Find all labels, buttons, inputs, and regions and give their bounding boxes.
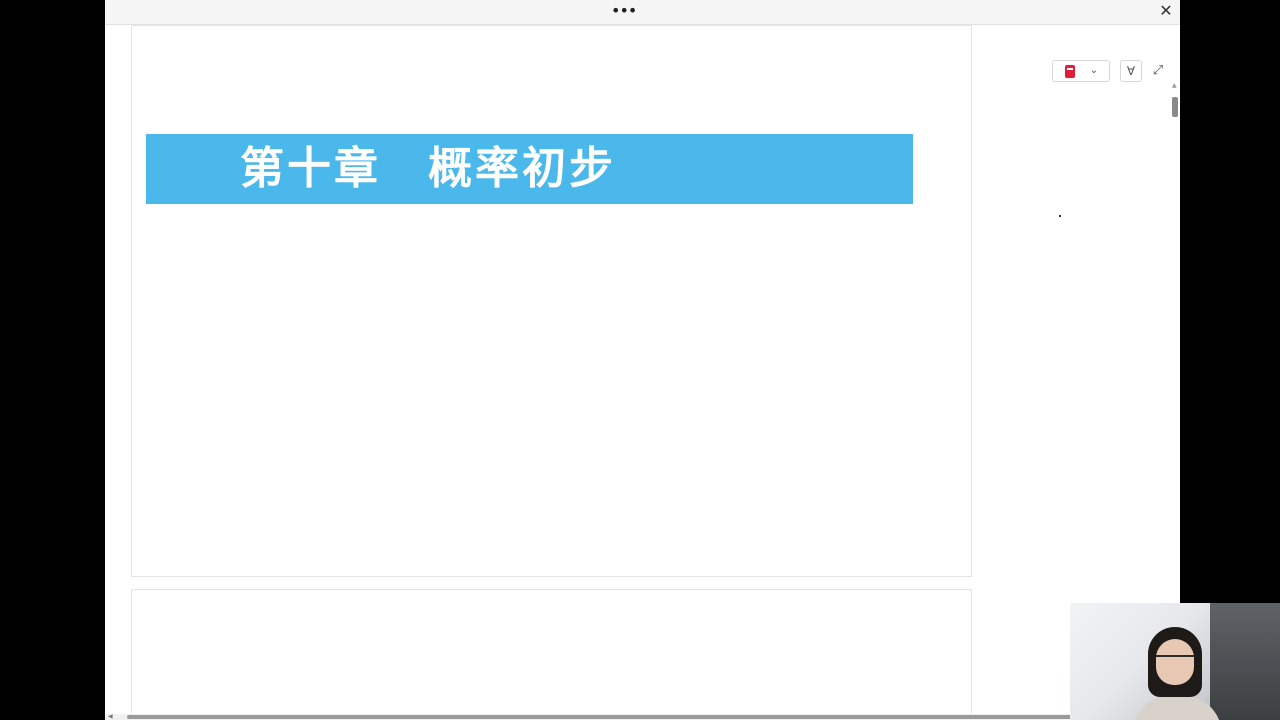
slide-page-2: [131, 589, 972, 720]
webcam-person-glasses: [1156, 655, 1194, 665]
horizontal-scroll-thumb[interactable]: [127, 715, 1077, 719]
horizontal-scrollbar[interactable]: ◀: [105, 714, 1180, 720]
webcam-overlay: [1070, 603, 1280, 720]
viewer-window: ••• ✕ 第十章 概率初步 ⌄ ∀ ⤢ ▲ ◀: [105, 0, 1180, 720]
expand-icon[interactable]: ⤢: [1150, 61, 1166, 81]
notebook-dropdown-button[interactable]: ⌄: [1052, 60, 1110, 82]
close-icon[interactable]: ✕: [1158, 3, 1174, 19]
title-bar: ••• ✕: [105, 0, 1180, 25]
cursor-dot: [1059, 215, 1061, 217]
book-icon: [1065, 65, 1075, 78]
more-options-icon[interactable]: •••: [611, 2, 637, 20]
chapter-title: 第十章 概率初步: [240, 143, 616, 194]
filter-button[interactable]: ∀: [1120, 60, 1142, 82]
vertical-scroll-thumb[interactable]: [1172, 97, 1178, 117]
chevron-down-icon: ⌄: [1089, 65, 1099, 76]
slide-page-1: 第十章 概率初步: [131, 25, 972, 577]
scroll-up-icon[interactable]: ▲: [1172, 83, 1178, 89]
document-viewer[interactable]: 第十章 概率初步 ⌄ ∀ ⤢ ▲: [105, 25, 1180, 720]
webcam-person-body: [1132, 695, 1222, 720]
webcam-background-shelf: [1210, 603, 1280, 720]
scroll-left-icon[interactable]: ◀: [108, 714, 114, 720]
chapter-banner: 第十章 概率初步: [146, 134, 913, 204]
